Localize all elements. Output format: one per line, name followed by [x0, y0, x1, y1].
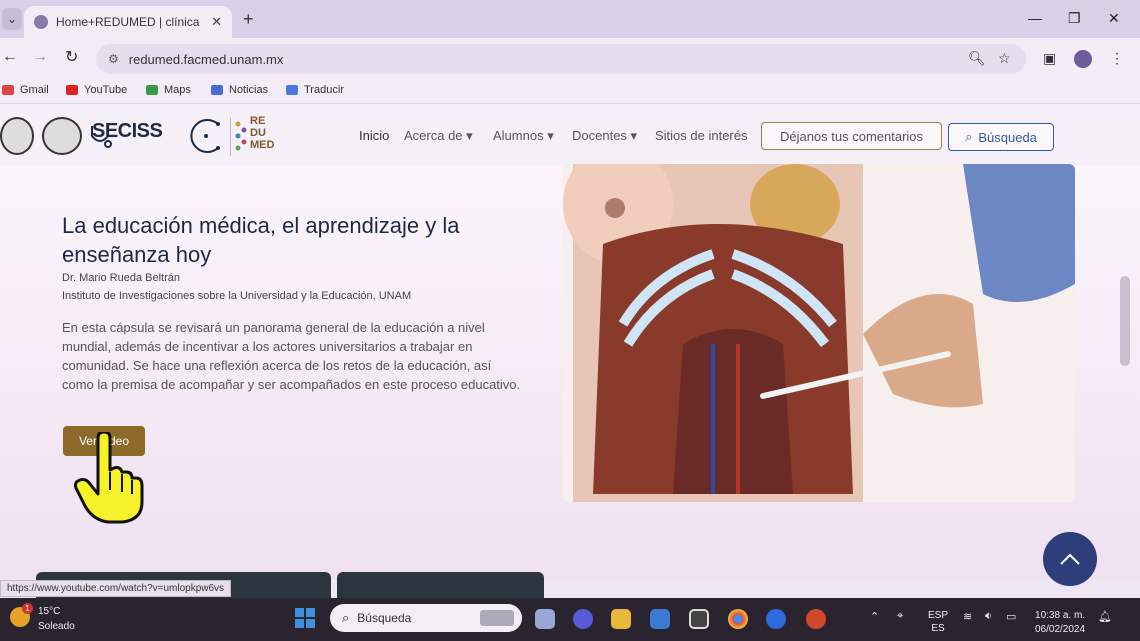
bookmark-label: Traducir [304, 84, 344, 96]
tab-close-icon[interactable]: ✕ [211, 14, 222, 30]
task-view-icon[interactable] [535, 609, 555, 629]
hand-pointer-cursor-icon [74, 432, 144, 524]
powerpoint-icon[interactable] [806, 609, 826, 629]
weather-condition: Soleado [38, 621, 75, 632]
gmail-icon [2, 85, 14, 95]
bookmark-maps[interactable]: Maps [146, 84, 191, 96]
nav-docentes[interactable]: Docentes ▾ [572, 128, 637, 144]
search-button[interactable]: ⌕ Búsqueda [948, 123, 1054, 151]
youtube-icon [66, 85, 78, 95]
browser-tab-active[interactable]: Home+REDUMED | clínica ✕ [24, 6, 232, 38]
notification-bell-icon[interactable]: 🔔︎ [1098, 610, 1112, 623]
bookmark-gmail[interactable]: Gmail [2, 84, 49, 96]
anatomy-model-image [563, 164, 1075, 502]
search-icon: ⌕ [965, 129, 973, 144]
back-arrow-icon[interactable]: ← [2, 48, 18, 66]
volume-icon[interactable]: 🔉︎ [985, 610, 992, 623]
nav-inicio[interactable]: Inicio [359, 128, 389, 143]
mail-icon[interactable] [650, 609, 670, 629]
page-scrollbar-thumb[interactable] [1120, 276, 1130, 366]
tab-search-chevron-icon[interactable]: ⌄ [2, 8, 22, 30]
bookmark-label: Noticias [229, 84, 269, 96]
zoom-search-icon[interactable]: 🔍︎ [968, 50, 986, 67]
news-icon [211, 85, 223, 95]
address-bar[interactable]: ⚙ redumed.facmed.unam.mx [96, 44, 1026, 74]
profile-avatar-icon[interactable] [1074, 50, 1092, 68]
maps-icon [146, 85, 158, 95]
tab-favicon-icon [34, 15, 48, 29]
close-window-icon[interactable]: ✕ [1108, 10, 1120, 27]
clock-time: 10:38 a. m. [1035, 610, 1086, 621]
nav-acerca-de[interactable]: Acerca de ▾ [404, 128, 473, 144]
taskbar-clock[interactable]: 10:38 a. m. 06/02/2024 [1035, 609, 1085, 637]
video-thumbnail-strip[interactable] [337, 572, 544, 598]
chrome-icon[interactable] [728, 609, 748, 629]
file-explorer-icon[interactable] [611, 609, 631, 629]
minimize-icon[interactable]: — [1028, 10, 1042, 26]
hero-institution: Instituto de Investigaciones sobre la Un… [62, 290, 412, 302]
tab-title: Home+REDUMED | clínica [56, 15, 200, 29]
hero-description: En esta cápsula se revisará un panorama … [62, 320, 521, 392]
redumed-dots-icon [235, 121, 247, 151]
forward-arrow-icon[interactable]: → [32, 48, 48, 66]
search-highlight-image [480, 610, 514, 626]
comments-button[interactable]: Déjanos tus comentarios [761, 122, 942, 150]
browser-menu-icon[interactable]: ⋮ [1110, 50, 1124, 67]
url-text: redumed.facmed.unam.mx [128, 51, 284, 67]
chevron-up-icon [1060, 553, 1080, 565]
hero-author: Dr. Mario Rueda Beltrán [62, 272, 180, 284]
language-code: ESP [928, 610, 949, 621]
clock-date: 06/02/2024 [1035, 624, 1086, 635]
bookmark-traducir[interactable]: Traducir [286, 84, 344, 96]
bookmark-noticias[interactable]: Noticias [211, 84, 268, 96]
translate-icon [286, 85, 298, 95]
tray-chevron-up-icon[interactable]: ⌃ [870, 610, 879, 623]
bookmark-youtube[interactable]: YouTube [66, 84, 127, 96]
zoom-icon[interactable] [766, 609, 786, 629]
weather-temperature: 15°C [38, 606, 61, 617]
circular-network-logo[interactable] [186, 116, 226, 156]
restore-icon[interactable]: ❐ [1068, 10, 1081, 27]
seciss-logo[interactable]: SECISS [92, 120, 163, 143]
new-tab-button[interactable]: + [243, 9, 254, 30]
scroll-to-top-button[interactable] [1043, 532, 1097, 586]
language-indicator[interactable]: ESP ES [928, 609, 948, 635]
side-panel-icon[interactable]: ▣ [1043, 50, 1056, 67]
teams-icon[interactable] [573, 609, 593, 629]
nav-alumnos[interactable]: Alumnos ▾ [493, 128, 554, 144]
keyboard-code: ES [931, 623, 945, 634]
taskbar-search-placeholder: Búsqueda [357, 611, 412, 625]
battery-icon[interactable]: ▭ [1006, 610, 1016, 623]
unam-logo[interactable] [42, 117, 82, 155]
site-settings-icon[interactable]: ⚙ [108, 52, 119, 66]
hero-title: La educación médica, el aprendizaje y la… [62, 213, 460, 267]
location-icon[interactable]: ⌖ [897, 610, 903, 623]
bookmark-star-icon[interactable]: ☆ [998, 50, 1011, 67]
search-button-label: Búsqueda [978, 129, 1037, 145]
bookmark-label: Maps [164, 84, 191, 96]
windows-start-icon[interactable] [295, 608, 315, 628]
reload-icon[interactable]: ↻ [65, 47, 78, 67]
app-cube-icon[interactable] [689, 609, 709, 629]
facultad-medicina-logo[interactable] [0, 117, 34, 155]
weather-badge: 1 [22, 603, 33, 614]
taskbar-search[interactable]: ⌕ Búsqueda [330, 604, 522, 632]
wifi-icon[interactable]: ≋ [963, 610, 972, 623]
taskbar-search-icon: ⌕ [342, 610, 350, 625]
logo-divider [230, 118, 231, 156]
nav-sitios-de-interes[interactable]: Sitios de interés [655, 128, 748, 143]
status-bar-url: https://www.youtube.com/watch?v=umlopkpw… [0, 580, 232, 597]
bookmark-label: YouTube [84, 84, 128, 96]
bookmark-label: Gmail [20, 84, 49, 96]
